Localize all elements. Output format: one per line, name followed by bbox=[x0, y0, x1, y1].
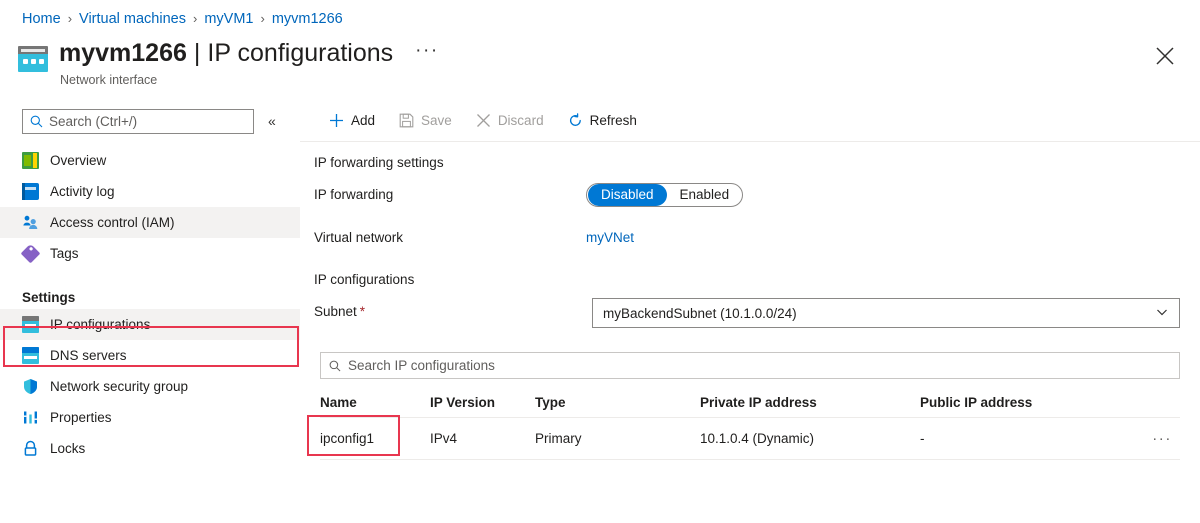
page-subtitle: Network interface bbox=[60, 73, 158, 87]
dns-servers-icon bbox=[22, 347, 39, 364]
sidebar-item-label: Access control (IAM) bbox=[50, 215, 175, 230]
sidebar-item-overview[interactable]: Overview bbox=[0, 145, 300, 176]
column-header-public-ip[interactable]: Public IP address bbox=[920, 395, 1135, 410]
cell-private-ip: 10.1.0.4 (Dynamic) bbox=[700, 431, 815, 446]
sidebar-item-label: Properties bbox=[50, 410, 112, 425]
access-control-icon bbox=[22, 214, 39, 231]
breadcrumb-separator: › bbox=[192, 11, 198, 26]
ip-configurations-search-input[interactable]: Search IP configurations bbox=[320, 352, 1180, 379]
tags-icon bbox=[20, 243, 41, 264]
toggle-option-disabled[interactable]: Disabled bbox=[588, 184, 667, 206]
more-options-button[interactable]: ··· bbox=[415, 35, 438, 66]
refresh-icon bbox=[568, 113, 583, 128]
properties-icon bbox=[22, 409, 39, 426]
shield-icon bbox=[22, 378, 39, 395]
cell-type: Primary bbox=[535, 431, 582, 446]
sidebar-item-label: Activity log bbox=[50, 184, 115, 199]
azure-portal-blade: Home › Virtual machines › myVM1 › myvm12… bbox=[0, 0, 1200, 523]
cell-public-ip: - bbox=[920, 431, 925, 446]
breadcrumb-item-myvm1[interactable]: myVM1 bbox=[204, 9, 253, 29]
required-marker: * bbox=[359, 304, 366, 319]
search-input-placeholder: Search (Ctrl+/) bbox=[49, 114, 138, 129]
page-title: myvm1266 | IP configurations ··· bbox=[59, 38, 439, 71]
ip-configurations-search-placeholder: Search IP configurations bbox=[348, 358, 495, 373]
virtual-network-label: Virtual network bbox=[314, 230, 404, 245]
toggle-option-enabled[interactable]: Enabled bbox=[667, 184, 743, 206]
subnet-dropdown[interactable]: myBackendSubnet (10.1.0.0/24) bbox=[592, 298, 1180, 328]
cell-name[interactable]: ipconfig1 bbox=[320, 431, 430, 446]
chevron-down-icon bbox=[1155, 305, 1169, 322]
breadcrumb-item-myvm1266[interactable]: myvm1266 bbox=[272, 9, 343, 29]
add-button-label: Add bbox=[351, 113, 376, 128]
sidebar-item-label: Locks bbox=[50, 441, 86, 456]
overview-icon bbox=[22, 152, 39, 169]
sidebar-item-label: Network security group bbox=[50, 379, 189, 394]
breadcrumb-item-home[interactable]: Home bbox=[22, 9, 61, 29]
table-header-row: Name IP Version Type Private IP address … bbox=[320, 388, 1180, 418]
discard-button-label: Discard bbox=[497, 113, 544, 128]
breadcrumb: Home › Virtual machines › myVM1 › myvm12… bbox=[22, 9, 343, 29]
add-button[interactable]: Add bbox=[320, 106, 384, 136]
collapse-sidebar-button[interactable]: « bbox=[268, 113, 276, 129]
cell-ip-version: IPv4 bbox=[430, 431, 458, 446]
subnet-label-text: Subnet bbox=[314, 304, 357, 319]
sidebar-item-activity-log[interactable]: Activity log bbox=[0, 176, 300, 207]
save-icon bbox=[399, 113, 414, 128]
column-header-ip-version[interactable]: IP Version bbox=[430, 395, 535, 410]
sidebar-item-label: Tags bbox=[50, 246, 79, 261]
search-icon bbox=[329, 360, 341, 371]
row-context-menu-button[interactable]: ··· bbox=[1152, 430, 1180, 447]
ip-forwarding-section-label: IP forwarding settings bbox=[314, 155, 444, 170]
refresh-button-label: Refresh bbox=[589, 113, 637, 128]
sidebar-item-label: IP configurations bbox=[50, 317, 151, 332]
refresh-button[interactable]: Refresh bbox=[559, 106, 646, 136]
ip-forwarding-label: IP forwarding bbox=[314, 187, 394, 202]
activity-log-icon bbox=[22, 183, 39, 200]
sidebar-item-network-security-group[interactable]: Network security group bbox=[0, 371, 300, 402]
sidebar-item-ip-configurations[interactable]: IP configurations bbox=[0, 309, 300, 340]
subnet-label: Subnet * bbox=[314, 304, 365, 319]
ip-configurations-section-label: IP configurations bbox=[314, 272, 415, 287]
discard-icon bbox=[476, 113, 491, 128]
save-button-label: Save bbox=[421, 113, 452, 128]
search-icon bbox=[30, 115, 43, 128]
sidebar-item-tags[interactable]: Tags bbox=[0, 238, 300, 269]
page-title-pipe: | bbox=[193, 39, 201, 67]
sidebar-item-label: DNS servers bbox=[50, 348, 127, 363]
breadcrumb-separator: › bbox=[67, 11, 73, 26]
subnet-dropdown-value: myBackendSubnet (10.1.0.0/24) bbox=[603, 305, 797, 321]
plus-icon bbox=[329, 113, 344, 128]
search-input[interactable]: Search (Ctrl+/) bbox=[22, 109, 254, 134]
discard-button[interactable]: Discard bbox=[467, 106, 553, 136]
ip-forwarding-toggle[interactable]: Disabled Enabled bbox=[586, 183, 744, 207]
sidebar-item-properties[interactable]: Properties bbox=[0, 402, 300, 433]
page-title-section: IP configurations bbox=[207, 39, 394, 67]
sidebar-item-locks[interactable]: Locks bbox=[0, 433, 300, 464]
sidebar-item-access-control[interactable]: Access control (IAM) bbox=[0, 207, 300, 238]
network-interface-icon bbox=[18, 46, 48, 72]
page-title-resource: myvm1266 bbox=[59, 39, 187, 67]
sidebar-item-dns-servers[interactable]: DNS servers bbox=[0, 340, 300, 371]
virtual-network-link[interactable]: myVNet bbox=[586, 230, 634, 245]
column-header-type[interactable]: Type bbox=[535, 395, 700, 410]
command-bar: Add Save Discard Refresh bbox=[300, 100, 1200, 142]
main-content: Add Save Discard Refresh IP forwarding s… bbox=[300, 100, 1200, 523]
save-button[interactable]: Save bbox=[390, 106, 461, 136]
lock-icon bbox=[22, 440, 39, 457]
ip-configurations-table: Name IP Version Type Private IP address … bbox=[320, 388, 1180, 460]
table-row[interactable]: ipconfig1 IPv4 Primary 10.1.0.4 (Dynamic… bbox=[320, 418, 1180, 460]
sidebar-nav-list: Overview Activity log Access control (IA… bbox=[0, 145, 300, 464]
breadcrumb-item-virtual-machines[interactable]: Virtual machines bbox=[79, 9, 186, 29]
column-header-name[interactable]: Name bbox=[320, 395, 430, 410]
breadcrumb-separator: › bbox=[260, 11, 265, 26]
sidebar-item-label: Overview bbox=[50, 153, 107, 168]
blade-title-row: myvm1266 | IP configurations ··· Network… bbox=[18, 38, 439, 87]
close-icon[interactable] bbox=[1152, 43, 1178, 69]
sidebar: Search (Ctrl+/) « Overview Activity log bbox=[0, 100, 300, 523]
column-header-private-ip[interactable]: Private IP address bbox=[700, 395, 920, 410]
ip-configurations-icon bbox=[22, 316, 39, 333]
sidebar-group-settings: Settings bbox=[22, 290, 76, 305]
